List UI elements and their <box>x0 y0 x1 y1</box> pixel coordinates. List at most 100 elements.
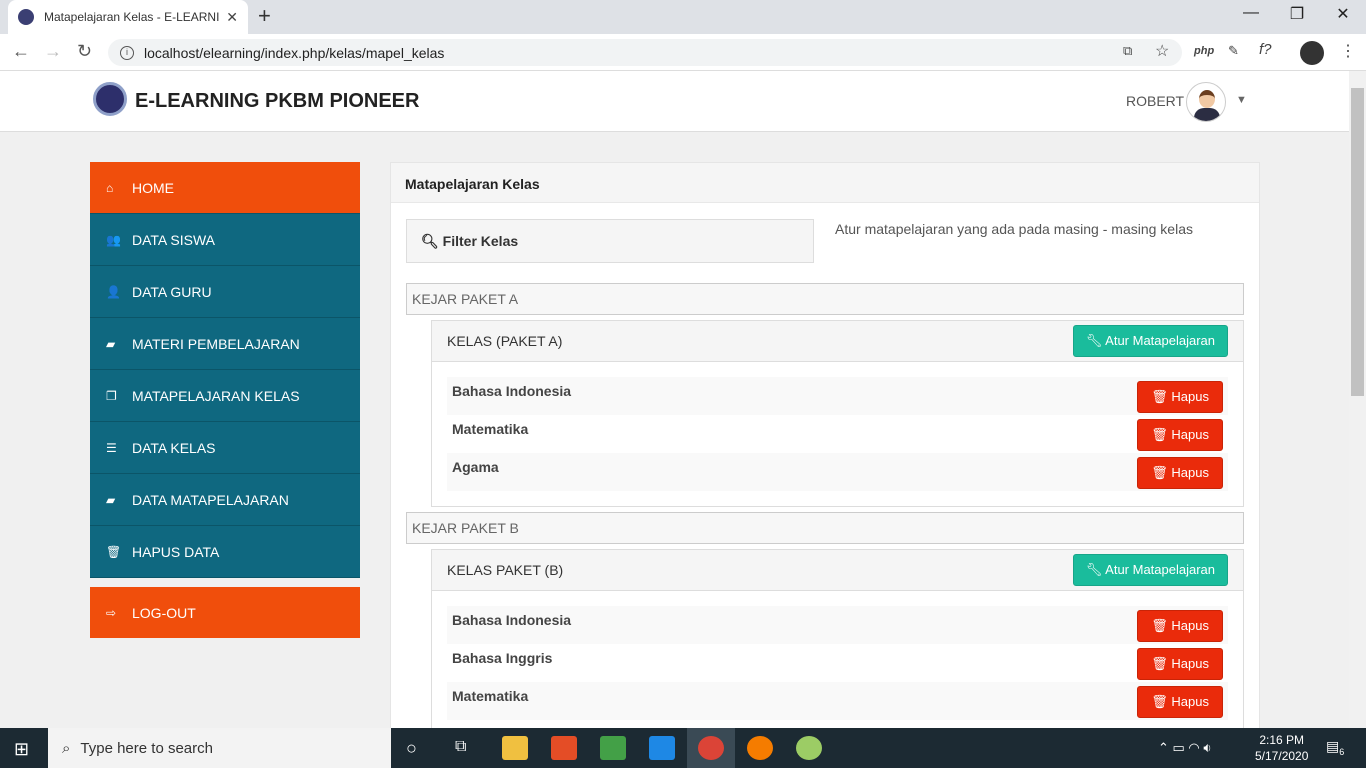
search-icon: ⌕ <box>62 739 71 757</box>
filter-kelas-button[interactable]: 🔍︎ Filter Kelas <box>406 219 814 263</box>
subject-name: Bahasa Indonesia <box>452 383 572 399</box>
subject-list: Bahasa Indonesia 🗑︎ Hapus Bahasa Inggris 🗑… <box>432 591 1243 720</box>
subject-row: Bahasa Inggris 🗑︎ Hapus <box>447 644 1228 682</box>
php-extension-icon[interactable]: php <box>1194 45 1214 57</box>
sidebar-item-data-kelas[interactable]: ☰ DATA KELAS <box>90 422 360 474</box>
sidebar-item-matapelajaran-kelas[interactable]: ❐ MATAPELAJARAN KELAS <box>90 370 360 422</box>
subject-name: Bahasa Inggris <box>452 650 553 666</box>
new-tab-icon[interactable]: + <box>258 3 271 29</box>
wrench-icon: 🔧︎ <box>1085 333 1106 348</box>
paket-header[interactable]: KEJAR PAKET B <box>406 512 1244 544</box>
search-icon: 🔍︎ <box>421 233 443 249</box>
minimize-icon[interactable]: — <box>1228 4 1274 22</box>
vscode-icon[interactable] <box>649 736 675 760</box>
browser-tab[interactable]: Matapelajaran Kelas - E-LEARNIN ✕ <box>8 0 248 34</box>
hapus-button[interactable]: 🗑︎ Hapus <box>1137 686 1223 718</box>
taskbar-search[interactable]: ⌕ Type here to search <box>48 728 391 768</box>
subject-name: Bahasa Indonesia <box>452 612 572 628</box>
close-window-icon[interactable]: ✕ <box>1320 4 1366 24</box>
chrome-icon[interactable] <box>698 736 724 760</box>
bookmark-star-icon[interactable]: ☆ <box>1155 41 1169 61</box>
sidebar-item-hapus-data[interactable]: 🗑 HAPUS DATA <box>90 526 360 578</box>
copy-icon: ❐ <box>106 388 117 403</box>
hapus-button[interactable]: 🗑︎ Hapus <box>1137 648 1223 680</box>
subject-name: Matematika <box>452 421 529 437</box>
sidebar-item-data-guru[interactable]: 👤 DATA GURU <box>90 266 360 318</box>
file-explorer-icon[interactable] <box>502 736 528 760</box>
logout-label: LOG-OUT <box>132 604 196 621</box>
sidebar-item-label: MATAPELAJARAN KELAS <box>132 387 300 404</box>
paint-icon[interactable] <box>796 736 822 760</box>
users-icon: 👥 <box>106 232 121 247</box>
user-name[interactable]: ROBERT <box>1126 93 1184 109</box>
site-favicon-icon <box>18 9 34 25</box>
app-icon[interactable] <box>747 736 773 760</box>
atur-matapelajaran-button[interactable]: 🔧︎ Atur Matapelajaran <box>1072 325 1228 357</box>
reload-icon[interactable]: ↻ <box>77 41 92 62</box>
book-icon: ▰ <box>106 336 116 351</box>
nodejs-icon[interactable] <box>600 736 626 760</box>
task-view-icon[interactable]: ⧉ <box>455 738 466 756</box>
sidebar-item-data-siswa[interactable]: 👥 DATA SISWA <box>90 214 360 266</box>
kelas-title: KELAS PAKET (B) <box>447 562 564 578</box>
maximize-icon[interactable]: ❐ <box>1274 4 1320 24</box>
address-bar[interactable]: i localhost/elearning/index.php/kelas/ma… <box>108 39 1182 66</box>
scrollbar-thumb[interactable] <box>1351 88 1364 396</box>
translate-icon[interactable]: ⧉ <box>1123 43 1132 59</box>
hapus-button[interactable]: 🗑︎ Hapus <box>1137 457 1223 489</box>
profile-avatar[interactable] <box>1300 41 1324 65</box>
list-icon: ☰ <box>106 440 117 455</box>
subject-name: Agama <box>452 459 499 475</box>
subject-row: Bahasa Indonesia 🗑︎ Hapus <box>447 377 1228 415</box>
forward-icon[interactable]: → <box>44 41 62 62</box>
user-dropdown-caret-icon[interactable]: ▼ <box>1236 94 1247 106</box>
trash-icon: 🗑︎ <box>1151 389 1172 404</box>
kelas-title: KELAS (PAKET A) <box>447 333 563 349</box>
sidebar-item-materi[interactable]: ▰ MATERI PEMBELAJARAN <box>90 318 360 370</box>
sidebar-item-label: DATA GURU <box>132 283 212 300</box>
taskbar-search-placeholder: Type here to search <box>80 739 213 757</box>
kelas-header: KELAS (PAKET A) 🔧︎ Atur Matapelajaran <box>432 321 1243 362</box>
trash-icon: 🗑 <box>106 544 122 559</box>
sidebar-item-label: DATA MATAPELAJARAN <box>132 491 289 508</box>
logout-button[interactable]: ⇨ LOG-OUT <box>90 587 360 638</box>
site-info-icon[interactable]: i <box>120 45 134 60</box>
home-icon: ⌂ <box>106 180 114 195</box>
eyedropper-extension-icon[interactable]: ✎ <box>1228 43 1239 59</box>
subject-name: Matematika <box>452 688 529 704</box>
notification-center-icon[interactable]: ▤6 <box>1326 738 1344 757</box>
url-text: localhost/elearning/index.php/kelas/mape… <box>144 44 445 61</box>
user-icon: 👤 <box>106 284 121 299</box>
trash-icon: 🗑︎ <box>1151 427 1172 442</box>
hapus-button[interactable]: 🗑︎ Hapus <box>1137 610 1223 642</box>
sidebar-menu: ⌂ HOME 👥 DATA SISWA 👤 DATA GURU ▰ MATERI PEM… <box>90 162 360 578</box>
tab-title: Matapelajaran Kelas - E-LEARNIN <box>44 10 221 24</box>
hapus-button[interactable]: 🗑︎ Hapus <box>1137 381 1223 413</box>
subject-list: Bahasa Indonesia 🗑︎ Hapus Matematika 🗑︎ Ha… <box>432 362 1243 491</box>
close-tab-icon[interactable]: ✕ <box>226 9 238 26</box>
formula-extension-icon[interactable]: f? <box>1259 41 1272 58</box>
hapus-button[interactable]: 🗑︎ Hapus <box>1137 419 1223 451</box>
clock-time: 2:16 PM <box>1259 733 1305 747</box>
wrench-icon: 🔧︎ <box>1085 562 1106 577</box>
trash-icon: 🗑︎ <box>1151 618 1172 633</box>
windows-start-icon[interactable]: ⊞ <box>14 739 29 760</box>
sidebar-item-label: MATERI PEMBELAJARAN <box>132 335 300 352</box>
user-avatar[interactable] <box>1186 82 1226 122</box>
back-icon[interactable]: ← <box>12 41 30 62</box>
taskbar-clock[interactable]: 2:16 PM 5/17/2020 <box>1255 732 1308 764</box>
subject-row: Bahasa Indonesia 🗑︎ Hapus <box>447 606 1228 644</box>
system-tray-icons[interactable]: ⌃ ▭ ◠ 🔉︎ <box>1158 740 1212 756</box>
sidebar-item-home[interactable]: ⌂ HOME <box>90 162 360 214</box>
git-icon[interactable] <box>551 736 577 760</box>
clock-date: 5/17/2020 <box>1255 749 1309 763</box>
sidebar-item-label: HOME <box>132 179 174 196</box>
sidebar-item-data-matapelajaran[interactable]: ▰ DATA MATAPELAJARAN <box>90 474 360 526</box>
subject-row: Matematika 🗑︎ Hapus <box>447 415 1228 453</box>
atur-matapelajaran-button[interactable]: 🔧︎ Atur Matapelajaran <box>1072 554 1228 586</box>
book-icon: ▰ <box>106 492 116 507</box>
kelas-card: KELAS (PAKET A) 🔧︎ Atur Matapelajaran Ba… <box>431 320 1244 507</box>
paket-header[interactable]: KEJAR PAKET A <box>406 283 1244 315</box>
cortana-icon[interactable]: ○ <box>406 738 417 759</box>
browser-menu-icon[interactable]: ⋮ <box>1340 41 1356 61</box>
